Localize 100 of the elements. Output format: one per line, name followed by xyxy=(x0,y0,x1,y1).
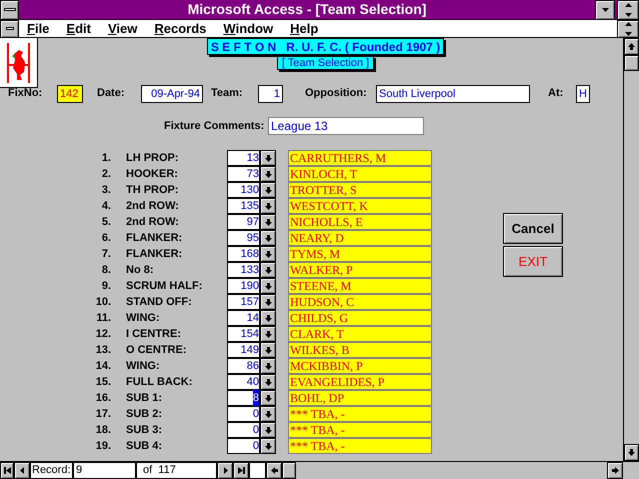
field-label: Date: xyxy=(97,86,125,101)
dropdown-button[interactable] xyxy=(260,166,276,182)
restore-button[interactable] xyxy=(617,0,639,20)
club-title: S E F T O N R. U. F. C. ( Founded 1907 ) xyxy=(206,38,444,55)
dropdown-button[interactable] xyxy=(260,230,276,246)
position-number: 17. xyxy=(94,406,112,422)
dropdown-button[interactable] xyxy=(260,214,276,230)
player-id-field[interactable]: 73 xyxy=(227,166,260,182)
dropdown-button[interactable] xyxy=(260,150,276,166)
player-id-field[interactable]: 168 xyxy=(227,246,260,262)
menu-item[interactable]: Window xyxy=(223,18,274,38)
dropdown-button[interactable] xyxy=(260,358,276,374)
field-input[interactable]: H xyxy=(576,85,590,103)
position-number: 11. xyxy=(95,310,112,326)
scroll-right-button[interactable] xyxy=(607,462,623,479)
cancel-button[interactable]: Cancel xyxy=(503,213,563,244)
first-record-button[interactable] xyxy=(0,462,14,479)
document-menu-button[interactable] xyxy=(0,20,19,38)
dropdown-button[interactable] xyxy=(260,342,276,358)
comments-field[interactable]: League 13 xyxy=(268,117,424,135)
menu-item[interactable]: View xyxy=(108,18,138,38)
player-name-field: TROTTER, S xyxy=(288,182,432,198)
player-id-field[interactable]: 40 xyxy=(227,374,260,390)
position-number: 8. xyxy=(100,262,112,278)
player-id-field[interactable]: 133 xyxy=(227,262,260,278)
player-name-field: KINLOCH, T xyxy=(288,166,432,182)
system-menu-button[interactable] xyxy=(0,0,19,20)
player-id-field[interactable]: 190 xyxy=(227,278,260,294)
menu-item[interactable]: Help xyxy=(290,18,318,38)
position-label: 2nd ROW: xyxy=(126,214,180,230)
dropdown-button[interactable] xyxy=(260,438,276,454)
player-id-field[interactable]: 154 xyxy=(227,326,260,342)
position-label: SUB 1: xyxy=(126,390,164,406)
field-label: At: xyxy=(548,86,564,101)
player-id-field[interactable]: 97 xyxy=(227,214,260,230)
scroll-left-button[interactable] xyxy=(266,462,282,479)
player-id-field[interactable]: 95 xyxy=(227,230,260,246)
position-number: 16. xyxy=(94,390,112,406)
last-record-button[interactable] xyxy=(233,462,249,479)
dropdown-button[interactable] xyxy=(260,390,276,406)
player-id-field[interactable]: 13 xyxy=(227,150,260,166)
restore-button[interactable] xyxy=(617,20,639,38)
dropdown-button[interactable] xyxy=(260,278,276,294)
player-name-field: NEARY, D xyxy=(288,230,432,246)
position-number: 6. xyxy=(100,230,112,246)
menu-item[interactable]: Records xyxy=(154,18,206,38)
player-id-field[interactable]: 0 xyxy=(227,438,260,454)
field-input[interactable]: 1 xyxy=(258,85,283,103)
up-icon xyxy=(624,0,632,10)
player-id-field[interactable]: 135 xyxy=(227,198,260,214)
position-number: 2. xyxy=(100,166,112,182)
dropdown-button[interactable] xyxy=(260,422,276,438)
position-label: WING: xyxy=(126,358,161,374)
player-id-field[interactable]: 0 xyxy=(227,422,260,438)
dropdown-button[interactable] xyxy=(260,262,276,278)
position-label: I CENTRE: xyxy=(126,326,182,342)
player-id-field[interactable]: 14 xyxy=(227,310,260,326)
position-number: 18. xyxy=(94,422,112,438)
dropdown-button[interactable] xyxy=(260,326,276,342)
dropdown-button[interactable] xyxy=(260,246,276,262)
field-input[interactable]: 142 xyxy=(57,85,83,103)
menu-item[interactable]: File xyxy=(27,18,50,38)
player-name-field: HUDSON, C xyxy=(288,294,432,310)
field-input[interactable]: 09-Apr-94 xyxy=(141,85,203,103)
horizontal-scroll-thumb[interactable] xyxy=(282,462,296,479)
position-label: No 8: xyxy=(126,262,154,278)
field-input[interactable]: South Liverpool xyxy=(376,85,530,103)
player-id-field[interactable]: 86 xyxy=(227,358,260,374)
scroll-thumb[interactable] xyxy=(624,55,639,71)
player-id-field[interactable]: 0 xyxy=(227,406,260,422)
player-id-field[interactable]: 157 xyxy=(227,294,260,310)
dropdown-button[interactable] xyxy=(260,374,276,390)
player-id-field[interactable]: 8 xyxy=(227,390,260,406)
player-name-field: WILKES, B xyxy=(288,342,432,358)
previous-record-button[interactable] xyxy=(14,462,30,479)
player-id-field[interactable]: 130 xyxy=(227,182,260,198)
dash-icon xyxy=(4,8,16,11)
scroll-down-button[interactable] xyxy=(624,444,639,461)
player-id-field[interactable]: 149 xyxy=(227,342,260,358)
dropdown-button[interactable] xyxy=(260,310,276,326)
dropdown-button[interactable] xyxy=(260,198,276,214)
position-label: SUB 3: xyxy=(126,422,164,438)
dropdown-button[interactable] xyxy=(260,406,276,422)
record-number-field[interactable]: 9 xyxy=(73,462,136,479)
up-arrow-icon xyxy=(627,42,636,51)
dropdown-button[interactable] xyxy=(260,182,276,198)
position-label: 2nd ROW: xyxy=(126,198,180,214)
position-label: O CENTRE: xyxy=(126,342,188,358)
position-label: WING: xyxy=(126,310,161,326)
vertical-scrollbar[interactable] xyxy=(623,38,639,461)
next-record-button[interactable] xyxy=(217,462,233,479)
position-number: 9. xyxy=(100,278,112,294)
field-label: Opposition: xyxy=(305,86,367,101)
minimize-button[interactable] xyxy=(595,0,615,20)
position-label: FLANKER: xyxy=(126,246,184,262)
scroll-up-button[interactable] xyxy=(624,38,639,55)
dropdown-button[interactable] xyxy=(260,294,276,310)
position-number: 5. xyxy=(100,214,112,230)
first-icon xyxy=(2,466,12,475)
menu-item[interactable]: Edit xyxy=(66,18,91,38)
